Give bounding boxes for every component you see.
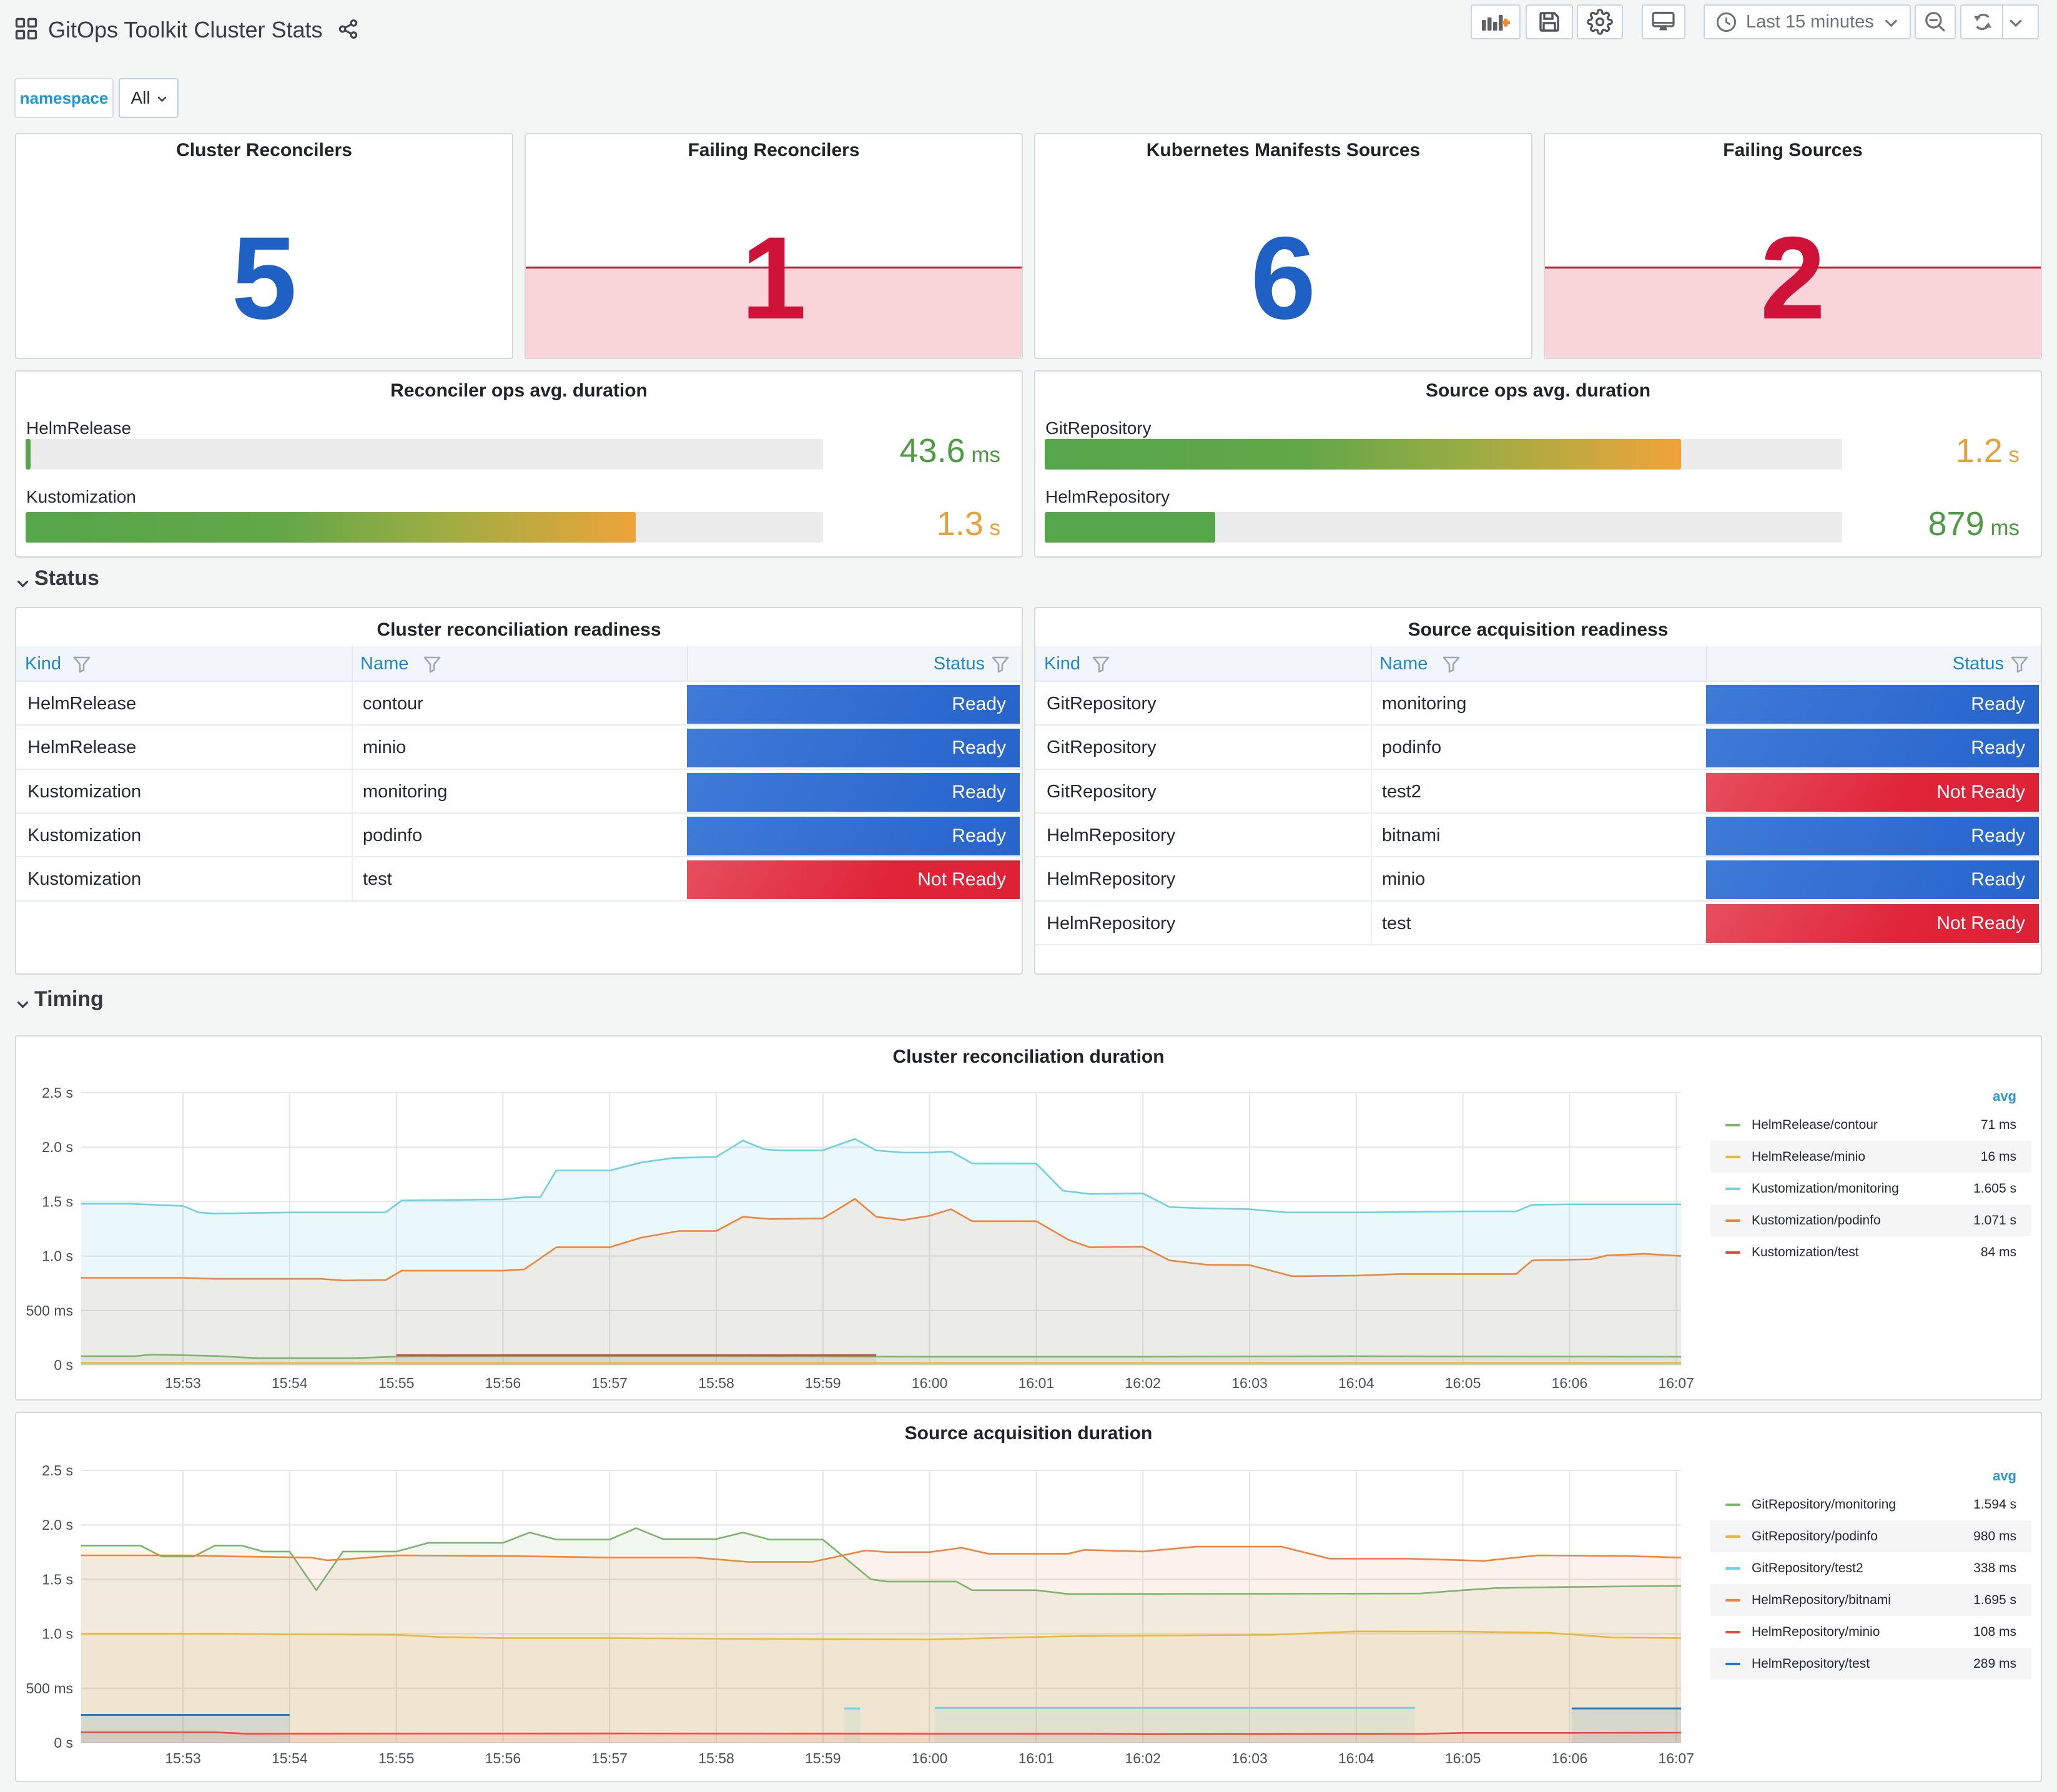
svg-text:2.0 s: 2.0 s — [42, 1139, 73, 1155]
svg-text:15:59: 15:59 — [805, 1375, 841, 1391]
svg-text:16:02: 16:02 — [1125, 1750, 1161, 1766]
svg-text:16:07: 16:07 — [1658, 1750, 1694, 1766]
svg-text:2.5 s: 2.5 s — [42, 1085, 73, 1101]
svg-text:15:59: 15:59 — [805, 1750, 841, 1766]
svg-text:15:58: 15:58 — [698, 1375, 734, 1391]
svg-text:16:03: 16:03 — [1231, 1750, 1268, 1766]
svg-text:15:58: 15:58 — [698, 1750, 734, 1766]
svg-text:1.0 s: 1.0 s — [42, 1248, 73, 1264]
svg-text:1.0 s: 1.0 s — [42, 1626, 73, 1642]
svg-text:2.5 s: 2.5 s — [42, 1462, 73, 1479]
svg-text:15:55: 15:55 — [378, 1750, 415, 1766]
svg-text:16:04: 16:04 — [1338, 1375, 1374, 1391]
svg-text:15:55: 15:55 — [378, 1375, 415, 1391]
svg-text:15:53: 15:53 — [165, 1375, 201, 1391]
svg-text:16:06: 16:06 — [1552, 1750, 1588, 1766]
svg-text:0 s: 0 s — [54, 1357, 73, 1373]
svg-text:16:00: 16:00 — [912, 1375, 948, 1391]
svg-text:16:05: 16:05 — [1445, 1750, 1481, 1766]
svg-text:15:53: 15:53 — [165, 1750, 201, 1766]
svg-text:500 ms: 500 ms — [26, 1680, 73, 1696]
svg-text:16:07: 16:07 — [1658, 1375, 1694, 1391]
svg-text:16:01: 16:01 — [1019, 1375, 1055, 1391]
svg-text:15:54: 15:54 — [272, 1750, 308, 1766]
svg-text:15:54: 15:54 — [272, 1375, 308, 1391]
svg-text:0 s: 0 s — [54, 1735, 73, 1751]
svg-text:16:03: 16:03 — [1231, 1375, 1268, 1391]
svg-text:500 ms: 500 ms — [26, 1302, 73, 1319]
svg-text:1.5 s: 1.5 s — [42, 1571, 73, 1587]
svg-text:15:57: 15:57 — [591, 1750, 628, 1766]
svg-text:16:05: 16:05 — [1445, 1375, 1481, 1391]
svg-text:16:01: 16:01 — [1019, 1750, 1055, 1766]
svg-text:16:00: 16:00 — [912, 1750, 948, 1766]
svg-text:2.0 s: 2.0 s — [42, 1517, 73, 1533]
svg-text:15:56: 15:56 — [485, 1375, 521, 1391]
svg-text:16:04: 16:04 — [1338, 1750, 1374, 1766]
svg-text:16:02: 16:02 — [1125, 1375, 1161, 1391]
svg-text:15:57: 15:57 — [591, 1375, 628, 1391]
svg-text:16:06: 16:06 — [1552, 1375, 1588, 1391]
svg-text:15:56: 15:56 — [485, 1750, 521, 1766]
svg-text:1.5 s: 1.5 s — [42, 1193, 73, 1209]
